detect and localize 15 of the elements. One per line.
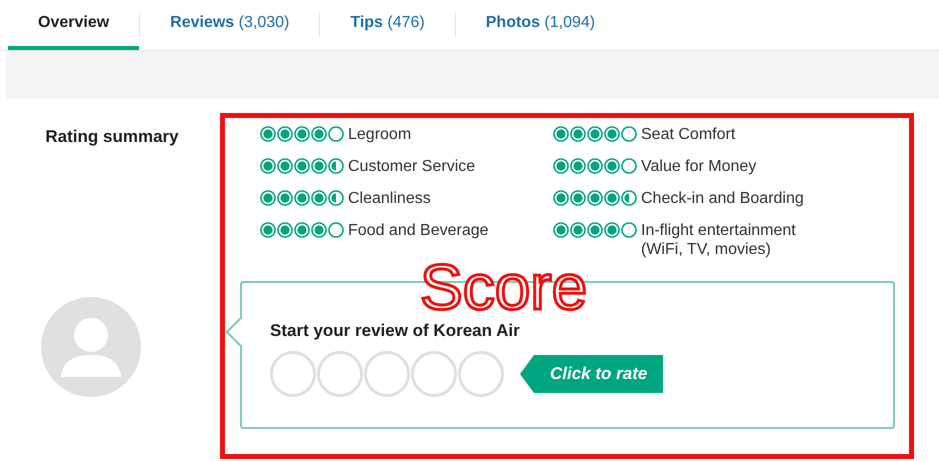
review-title: Start your review of Korean Air <box>270 321 520 340</box>
rating-label: Food and Beverage <box>348 221 489 240</box>
tab[interactable]: Reviews (3,030) <box>140 0 320 50</box>
annotation-text: Score <box>420 263 588 312</box>
rating-label: Value for Money <box>641 157 756 176</box>
rating-label: Cleanliness <box>348 189 431 208</box>
rate-button[interactable]: Click to rate <box>520 355 664 393</box>
rating-label: Legroom <box>348 125 412 144</box>
rating-label: Seat Comfort <box>641 125 736 144</box>
tab[interactable]: Photos (1,094) <box>456 0 626 50</box>
section-title: Rating summary <box>45 127 179 147</box>
rating-label: In-flight entertainment (WiFi, TV, movies) <box>641 221 797 259</box>
tab[interactable]: Tips (476) <box>320 0 455 50</box>
rating-label: Customer Service <box>348 157 476 176</box>
rating-label: Check-in and Boarding <box>641 189 804 208</box>
